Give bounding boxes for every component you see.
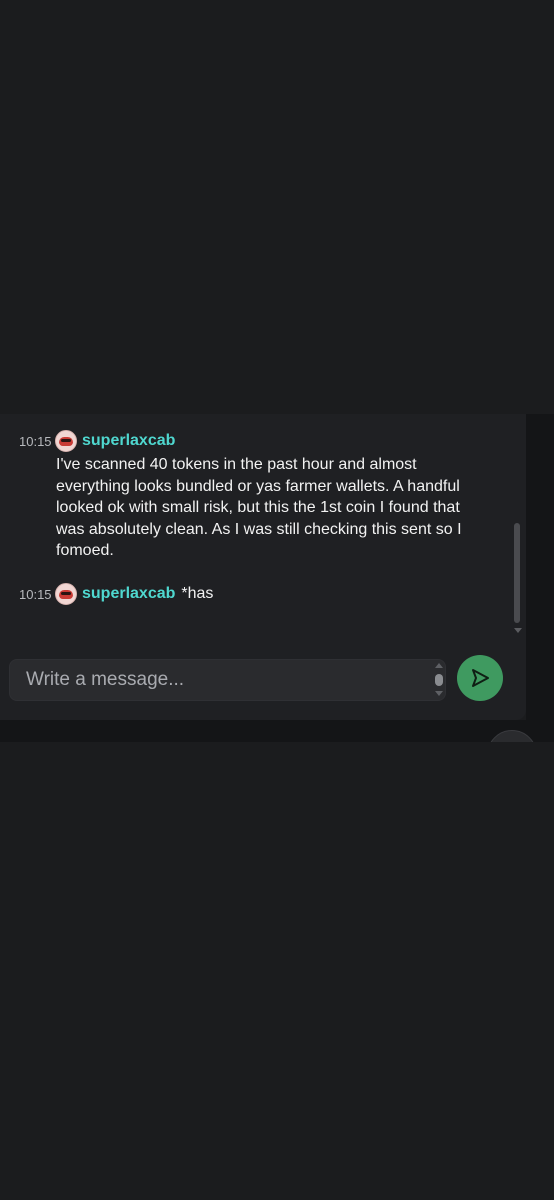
- chat-message: 10:15 superlaxcab *has: [19, 583, 489, 605]
- message-text: I've scanned 40 tokens in the past hour …: [56, 456, 462, 559]
- chevron-up-icon[interactable]: [435, 663, 443, 668]
- avatar-eyes: [61, 439, 71, 442]
- message-input[interactable]: [10, 660, 420, 700]
- chat-page: 10:15 superlaxcab I've scanned 40 tokens…: [0, 0, 554, 1200]
- panel-gutter: [526, 414, 554, 720]
- message-timestamp: 10:15: [19, 433, 52, 449]
- stepper-handle[interactable]: [435, 674, 443, 686]
- scroll-down-icon[interactable]: [514, 628, 522, 633]
- chevron-up-down-icon[interactable]: [433, 662, 445, 698]
- avatar-icon[interactable]: [55, 583, 77, 605]
- scrollbar-thumb[interactable]: [514, 523, 520, 623]
- message-username[interactable]: superlaxcab: [82, 432, 175, 450]
- avatar-eyes: [61, 592, 71, 595]
- background-region: [470, 742, 554, 1200]
- message-text: *has: [181, 585, 214, 602]
- message-composer: [9, 659, 446, 701]
- send-icon: [472, 669, 489, 687]
- chat-message: 10:15 superlaxcab I've scanned 40 tokens…: [19, 430, 489, 562]
- panel-footer-strip: [0, 720, 554, 742]
- send-button[interactable]: [457, 655, 503, 701]
- message-header: 10:15 superlaxcab: [19, 430, 489, 452]
- chevron-down-icon[interactable]: [435, 691, 443, 696]
- message-username[interactable]: superlaxcab: [82, 585, 175, 603]
- message-header: 10:15 superlaxcab *has: [19, 583, 489, 605]
- message-timestamp: 10:15: [19, 586, 52, 602]
- avatar-icon[interactable]: [55, 430, 77, 452]
